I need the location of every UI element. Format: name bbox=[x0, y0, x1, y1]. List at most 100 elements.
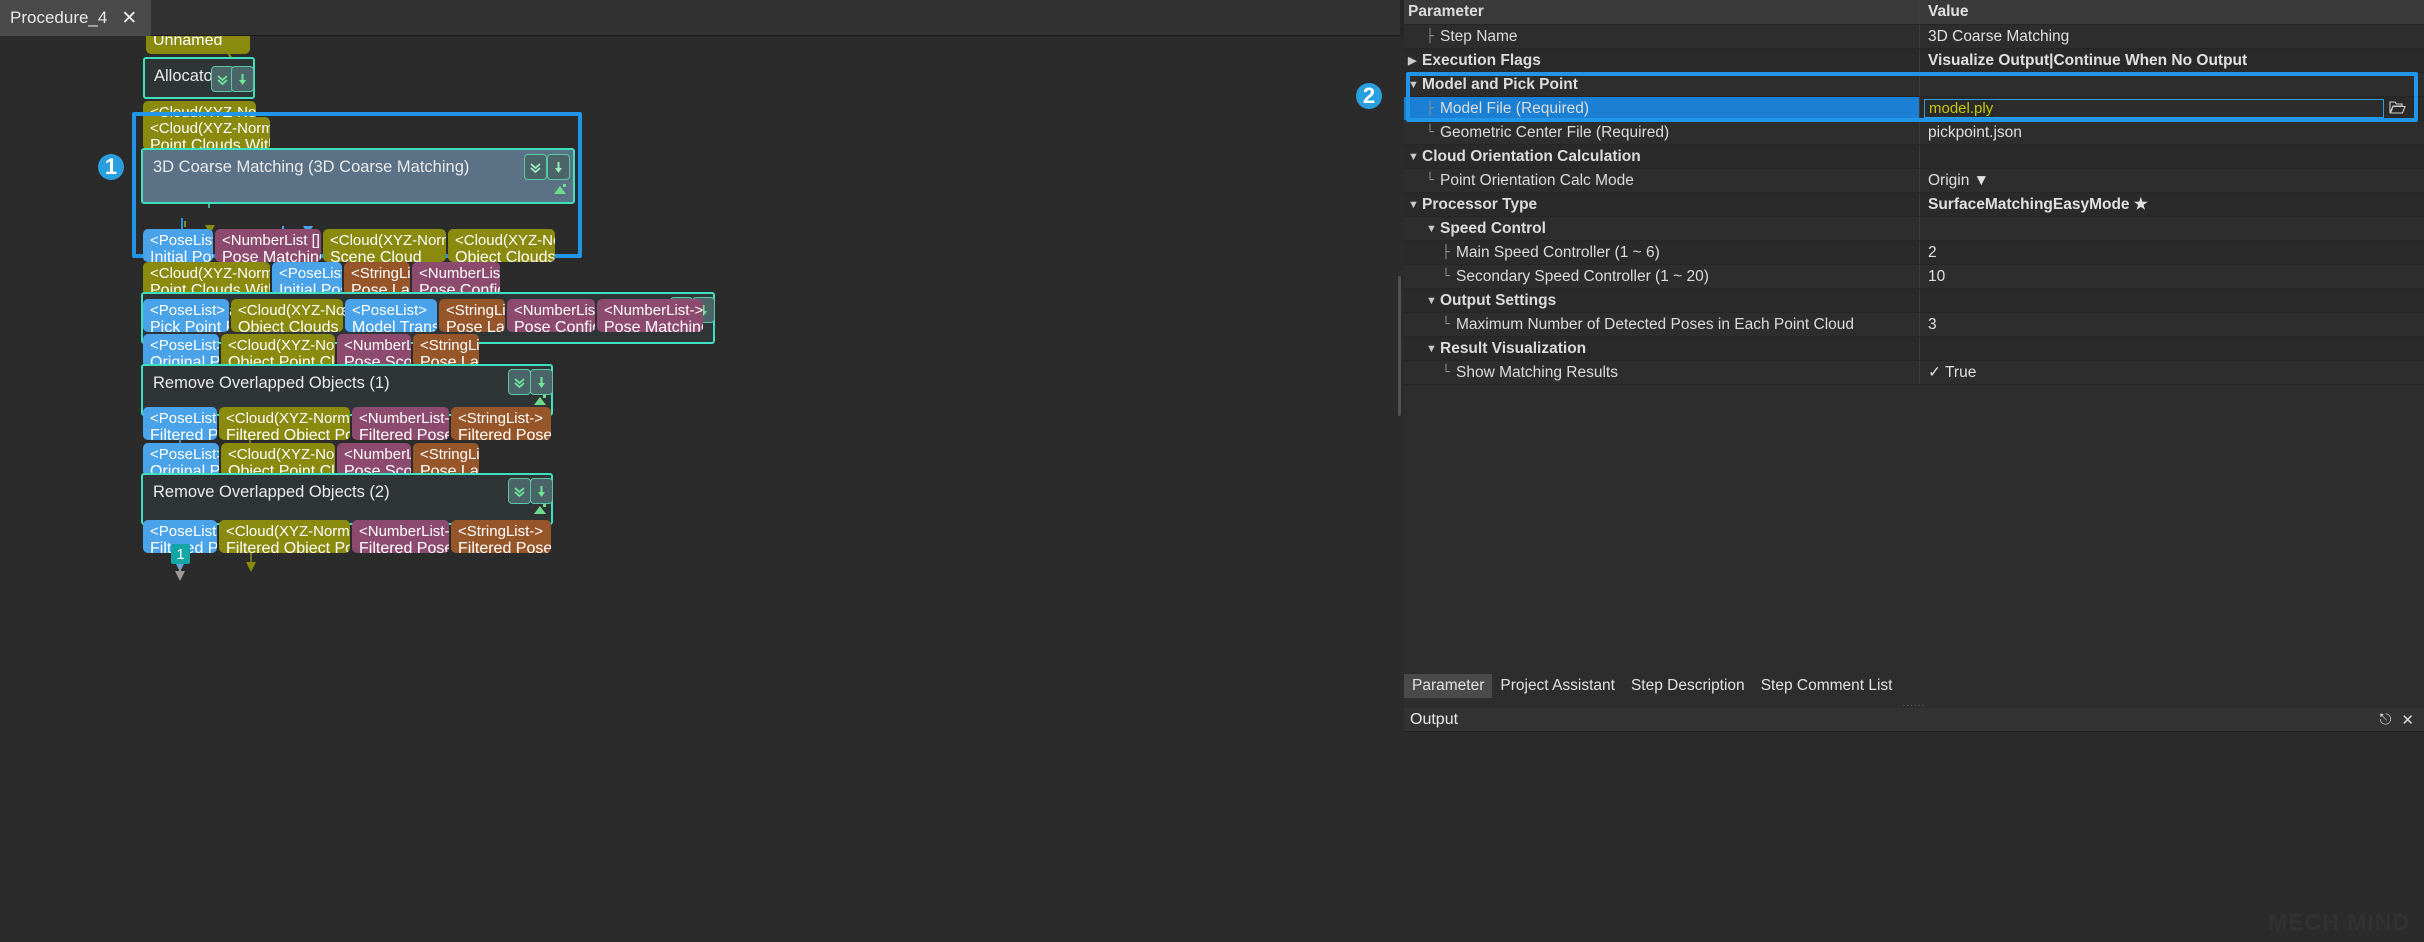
run-button-allocator[interactable] bbox=[231, 66, 254, 92]
port-coarse-out-3[interactable]: <Cloud(XYZ-Normal)-> Object Clouds bbox=[448, 229, 555, 262]
run-button-remove2[interactable] bbox=[530, 478, 553, 504]
port-coarse-out-1[interactable]: <NumberList [] > Pose Matching Scores bbox=[215, 229, 321, 262]
parameter-value-cell[interactable]: ✓ True bbox=[1920, 361, 2424, 384]
parameter-value-cell[interactable]: 3 bbox=[1920, 313, 2424, 336]
parameter-row[interactable]: ▶Execution FlagsVisualize Output|Continu… bbox=[1404, 49, 2424, 73]
parameter-name-cell: ▼Model and Pick Point bbox=[1404, 73, 1920, 96]
parameter-value-cell[interactable] bbox=[1920, 217, 2424, 240]
port-label: Pose Confidences bbox=[514, 319, 588, 332]
panel-resize-grip[interactable]: ...... bbox=[1404, 698, 2424, 708]
port-remove2-in-2[interactable]: <NumberList-> Pose Scores bbox=[337, 443, 411, 476]
parameter-row[interactable]: ▼Model and Pick Point bbox=[1404, 73, 2424, 97]
chevron-down-icon[interactable]: ▼ bbox=[1408, 199, 1422, 211]
tab-step-comment-list[interactable]: Step Comment List bbox=[1753, 674, 1901, 698]
node-3d-coarse-matching[interactable]: 3D Coarse Matching (3D Coarse Matching) bbox=[141, 148, 575, 204]
graph-canvas[interactable]: Unnamed Allocator (3) <Cloud(XYZ-Normal)… bbox=[0, 36, 1400, 942]
port-remove2-out-3[interactable]: <StringList-> Filtered Pose Labels bbox=[451, 520, 551, 553]
chevron-down-icon[interactable]: ▼ bbox=[1426, 223, 1440, 235]
folder-open-icon[interactable] bbox=[2389, 100, 2406, 120]
parameter-value-cell[interactable]: Origin ▼ bbox=[1920, 169, 2424, 192]
port-coarse-input[interactable]: <Cloud(XYZ-Normal) [] > Point Clouds Wit… bbox=[143, 117, 270, 150]
port-fine-out-3[interactable]: <StringList-> Pose Labels bbox=[439, 299, 505, 332]
chevron-down-icon[interactable]: ▼ bbox=[1408, 151, 1422, 163]
parameter-row[interactable]: ├Model File (Required)model.ply⋮ bbox=[1404, 97, 2424, 121]
undock-icon[interactable]: ⎋ bbox=[2380, 711, 2392, 728]
port-fine-out-2[interactable]: <PoseList> Model Transforms bbox=[345, 299, 437, 332]
parameter-value-cell[interactable]: 3D Coarse Matching bbox=[1920, 25, 2424, 48]
parameter-label: Speed Control bbox=[1440, 220, 1546, 238]
parameter-row[interactable]: ▼Speed Control bbox=[1404, 217, 2424, 241]
port-fine-out-5[interactable]: <NumberList-> Pose Matching Scores bbox=[597, 299, 703, 332]
collapse-button-coarse[interactable] bbox=[524, 154, 547, 180]
parameter-value-cell[interactable]: Visualize Output|Continue When No Output bbox=[1920, 49, 2424, 72]
parameter-row[interactable]: └Secondary Speed Controller (1 ~ 20)10 bbox=[1404, 265, 2424, 289]
port-type: <Cloud(XYZ-Normal) [] -> bbox=[330, 232, 439, 249]
port-remove2-out-2[interactable]: <NumberList-> Filtered Pose Scores bbox=[352, 520, 449, 553]
tab-step-description[interactable]: Step Description bbox=[1623, 674, 1753, 698]
procedure-tab[interactable]: Procedure_4 ✕ bbox=[0, 0, 151, 36]
parameter-value-cell[interactable] bbox=[1920, 145, 2424, 168]
port-fine-out-0[interactable]: <PoseList> Pick Point Poses bbox=[143, 299, 229, 332]
port-remove1-out-0[interactable]: <PoseList> Filtered Poses bbox=[143, 407, 217, 440]
port-remove2-out-1[interactable]: <Cloud(XYZ-Normal) [] > Filtered Object … bbox=[219, 520, 350, 553]
collapse-button-remove2[interactable] bbox=[508, 478, 531, 504]
port-remove1-in-0[interactable]: <PoseList> Original Poses bbox=[143, 334, 219, 367]
port-unnamed-top[interactable]: Unnamed bbox=[146, 36, 250, 54]
chevron-right-icon[interactable]: ▶ bbox=[1408, 54, 1422, 67]
parameter-row[interactable]: ▼Processor TypeSurfaceMatchingEasyMode ★ bbox=[1404, 193, 2424, 217]
parameter-value-cell[interactable] bbox=[1920, 289, 2424, 312]
output-panel-body[interactable]: MECH MIND bbox=[1404, 732, 2424, 942]
parameter-value-cell[interactable] bbox=[1920, 73, 2424, 96]
model-file-input[interactable]: model.ply bbox=[1924, 99, 2384, 118]
parameter-value-cell[interactable]: pickpoint.json bbox=[1920, 121, 2424, 144]
port-remove1-out-2[interactable]: <NumberList-> Filtered Pose Scores bbox=[352, 407, 449, 440]
terminal-marker[interactable]: 1 bbox=[171, 544, 190, 564]
port-remove1-out-3[interactable]: <StringList-> Filtered Pose Labels bbox=[451, 407, 551, 440]
port-remove1-in-1[interactable]: <Cloud(XYZ-Normal) [] > Object Point Clo… bbox=[221, 334, 335, 367]
model-file-value: model.ply bbox=[1928, 100, 1994, 117]
port-remove2-in-0[interactable]: <PoseList> Original Poses bbox=[143, 443, 219, 476]
port-coarse-out-0[interactable]: <PoseList [] > Initial Poses bbox=[143, 229, 213, 262]
chevron-down-icon[interactable]: ▼ bbox=[1426, 343, 1440, 355]
tab-project-assistant[interactable]: Project Assistant bbox=[1492, 674, 1623, 698]
more-options-icon[interactable]: ⋮ bbox=[2408, 99, 2422, 116]
port-fine-in-0[interactable]: <Cloud(XYZ-Normal) [] > Point Clouds Wit… bbox=[143, 262, 270, 295]
tab-parameter[interactable]: Parameter bbox=[1404, 674, 1492, 698]
port-remove2-in-1[interactable]: <Cloud(XYZ-Normal) [] > Object Point Clo… bbox=[221, 443, 335, 476]
port-fine-in-3[interactable]: <NumberList-> Pose Confidences bbox=[412, 262, 500, 295]
chevron-down-icon[interactable]: ▼ bbox=[1408, 79, 1422, 91]
port-fine-out-4[interactable]: <NumberList-> Pose Confidences bbox=[507, 299, 595, 332]
port-fine-in-2[interactable]: <StringList-> Pose Labels bbox=[344, 262, 410, 295]
port-remove1-out-1[interactable]: <Cloud(XYZ-Normal) [] > Filtered Object … bbox=[219, 407, 350, 440]
parameter-row[interactable]: └Maximum Number of Detected Poses in Eac… bbox=[1404, 313, 2424, 337]
close-icon[interactable]: ✕ bbox=[2401, 711, 2414, 729]
port-coarse-out-2[interactable]: <Cloud(XYZ-Normal) [] -> Scene Cloud bbox=[323, 229, 446, 262]
port-remove2-in-3[interactable]: <StringList-> Pose Labels bbox=[413, 443, 479, 476]
parameter-name-cell: ▼Processor Type bbox=[1404, 193, 1920, 216]
parameter-row[interactable]: ▼Output Settings bbox=[1404, 289, 2424, 313]
parameter-row[interactable]: └Point Orientation Calc ModeOrigin ▼ bbox=[1404, 169, 2424, 193]
parameter-row[interactable]: ▼Result Visualization bbox=[1404, 337, 2424, 361]
parameter-value-cell[interactable]: SurfaceMatchingEasyMode ★ bbox=[1920, 193, 2424, 216]
parameter-value-cell[interactable]: 2 bbox=[1920, 241, 2424, 264]
parameter-value-cell[interactable]: model.ply ⋮ bbox=[1920, 97, 2424, 120]
run-button-remove1[interactable] bbox=[530, 369, 553, 395]
parameter-value-cell[interactable]: 10 bbox=[1920, 265, 2424, 288]
parameter-value-cell[interactable] bbox=[1920, 337, 2424, 360]
chevron-down-icon[interactable]: ▼ bbox=[1426, 295, 1440, 307]
parameter-row[interactable]: ▼Cloud Orientation Calculation bbox=[1404, 145, 2424, 169]
parameter-row[interactable]: └Show Matching Results✓ True bbox=[1404, 361, 2424, 385]
close-icon[interactable]: ✕ bbox=[121, 9, 137, 28]
parameter-row[interactable]: ├Main Speed Controller (1 ~ 6)2 bbox=[1404, 241, 2424, 265]
parameter-row[interactable]: ├Step Name3D Coarse Matching bbox=[1404, 25, 2424, 49]
vertical-splitter[interactable] bbox=[1395, 36, 1404, 942]
parameter-row[interactable]: └Geometric Center File (Required)pickpoi… bbox=[1404, 121, 2424, 145]
port-remove1-in-2[interactable]: <NumberList-> Pose Scores bbox=[337, 334, 411, 367]
port-fine-out-1[interactable]: <Cloud(XYZ-Normal) [] > Object Clouds bbox=[231, 299, 343, 332]
port-remove1-in-3[interactable]: <StringList-> Pose Labels bbox=[413, 334, 479, 367]
node-remove-overlapped-2[interactable]: Remove Overlapped Objects (2) bbox=[141, 473, 553, 525]
port-fine-in-1[interactable]: <PoseList [] > Initial Poses bbox=[272, 262, 342, 295]
parameter-value: ✓ True bbox=[1928, 363, 1976, 382]
collapse-button-remove1[interactable] bbox=[508, 369, 531, 395]
run-button-coarse[interactable] bbox=[547, 154, 570, 180]
